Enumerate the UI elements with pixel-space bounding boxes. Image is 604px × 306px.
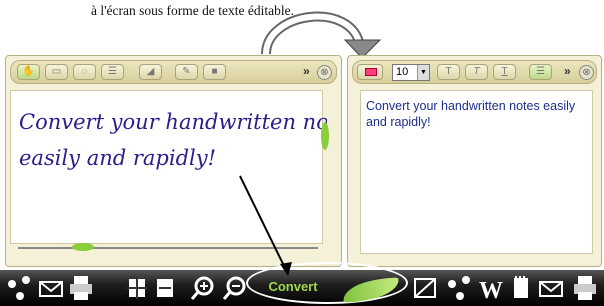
- svg-text:Convert your handwritten notes: Convert your handwritten notes: [19, 110, 327, 134]
- svg-text:easily and rapidly!: easily and rapidly!: [19, 146, 216, 170]
- word-export-icon[interactable]: W: [478, 274, 504, 302]
- rect-select-icon[interactable]: ▭: [45, 64, 68, 80]
- stop-icon[interactable]: ■: [203, 64, 226, 80]
- close-icon[interactable]: ⊗: [317, 65, 332, 80]
- resize-icon[interactable]: [152, 274, 178, 302]
- print-text-icon[interactable]: [572, 274, 598, 302]
- handwriting-toolbar: ✋ ▭ ◌ ☰ ◢ ✎ ■ » ⊗: [10, 60, 337, 84]
- close-icon[interactable]: ⊗: [579, 65, 594, 80]
- font-size-select[interactable]: 10 ▼: [392, 64, 430, 81]
- handwriting-panel: ✋ ▭ ◌ ☰ ◢ ✎ ■ » ⊗ Convert your handwritt…: [5, 55, 342, 267]
- hand-tool-icon[interactable]: ✋: [17, 64, 40, 80]
- share-text-icon[interactable]: [446, 274, 472, 302]
- more-icon[interactable]: »: [564, 64, 571, 78]
- horizontal-scrollbar[interactable]: [18, 247, 318, 249]
- more-icon[interactable]: »: [303, 64, 310, 78]
- curved-arrow-icon: [261, 11, 382, 58]
- move-icon[interactable]: [124, 274, 150, 302]
- zoom-in-icon[interactable]: [190, 274, 216, 302]
- color-swatch: [365, 68, 377, 76]
- chevron-down-icon[interactable]: ▼: [417, 65, 429, 80]
- font-size-value: 10: [396, 66, 409, 78]
- print-icon[interactable]: [68, 274, 94, 302]
- pen-icon[interactable]: ✎: [175, 64, 198, 80]
- align-icon[interactable]: ☰: [529, 64, 552, 80]
- svg-text:W: W: [479, 278, 503, 302]
- lines-icon[interactable]: ☰: [101, 64, 124, 80]
- converted-text: Convert your handwritten notes easily an…: [366, 99, 576, 129]
- text-toolbar: 10 ▼ T T T ☰ » ⊗: [352, 60, 597, 84]
- lasso-select-icon[interactable]: ◌: [73, 64, 96, 80]
- eraser-icon[interactable]: ◢: [139, 64, 162, 80]
- bold-button[interactable]: T: [437, 64, 460, 80]
- share-icon[interactable]: [6, 274, 32, 302]
- horizontal-scroll-leaf[interactable]: [72, 243, 94, 251]
- email-text-icon[interactable]: [538, 274, 564, 302]
- email-icon[interactable]: [38, 274, 64, 302]
- underline-button[interactable]: T: [493, 64, 516, 80]
- clear-icon[interactable]: [412, 274, 438, 302]
- converted-text-panel: 10 ▼ T T T ☰ » ⊗ Convert your handwritte…: [347, 55, 602, 267]
- notepad-icon[interactable]: [508, 274, 534, 302]
- handwritten-notes: Convert your handwritten notes easily an…: [19, 110, 327, 170]
- italic-button[interactable]: T: [465, 64, 488, 80]
- converted-text-area[interactable]: Convert your handwritten notes easily an…: [360, 90, 593, 254]
- vertical-scroll-leaf[interactable]: [321, 122, 329, 150]
- handwriting-canvas[interactable]: Convert your handwritten notes easily an…: [10, 90, 327, 244]
- zoom-out-icon[interactable]: [222, 274, 248, 302]
